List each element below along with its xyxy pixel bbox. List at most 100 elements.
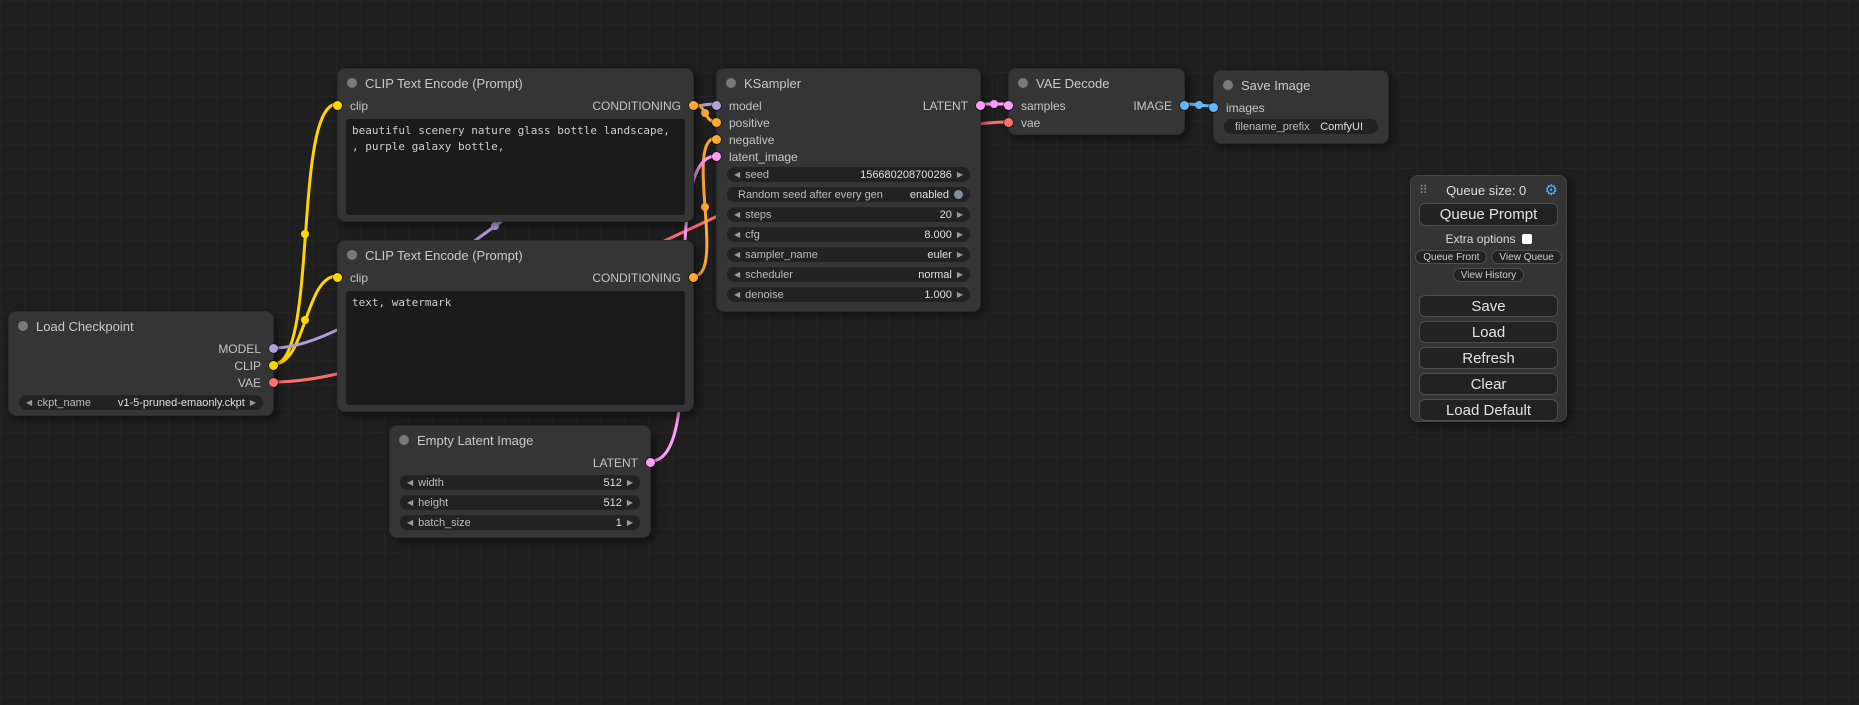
increment-arrow-icon[interactable]: ▶ (957, 271, 963, 279)
model-input-port[interactable] (712, 101, 721, 110)
widget-random-seed-toggle[interactable]: Random seed after every gen enabled (727, 187, 970, 202)
node-clip-text-encode-negative[interactable]: CLIP Text Encode (Prompt) clip CONDITION… (337, 240, 694, 412)
increment-arrow-icon[interactable]: ▶ (957, 231, 963, 239)
queue-prompt-button[interactable]: Queue Prompt (1419, 203, 1558, 226)
widget-steps[interactable]: ◀ steps 20 ▶ (727, 207, 970, 222)
link-midpoint-dot (1195, 101, 1203, 109)
samples-input-port[interactable] (1004, 101, 1013, 110)
decrement-arrow-icon[interactable]: ◀ (26, 399, 32, 407)
decrement-arrow-icon[interactable]: ◀ (734, 211, 740, 219)
decrement-arrow-icon[interactable]: ◀ (407, 479, 413, 487)
refresh-button[interactable]: Refresh (1419, 347, 1558, 369)
slot-row: negative (717, 131, 980, 148)
drag-handle-icon[interactable]: ⠿ (1419, 183, 1428, 197)
increment-arrow-icon[interactable]: ▶ (250, 399, 256, 407)
widget-sampler-name[interactable]: ◀ sampler_name euler ▶ (727, 247, 970, 262)
vae-input-port[interactable] (1004, 118, 1013, 127)
decrement-arrow-icon[interactable]: ◀ (407, 499, 413, 507)
node-empty-latent-image[interactable]: Empty Latent Image LATENT ◀ width 512 ▶ … (389, 425, 651, 538)
collapse-dot-icon[interactable] (347, 78, 357, 88)
view-queue-button[interactable]: View Queue (1491, 250, 1561, 264)
widget-seed[interactable]: ◀ seed 156680208700286 ▶ (727, 167, 970, 182)
collapse-dot-icon[interactable] (726, 78, 736, 88)
clip-output-port[interactable] (269, 361, 278, 370)
decrement-arrow-icon[interactable]: ◀ (734, 171, 740, 179)
node-title-bar[interactable]: Empty Latent Image (390, 426, 650, 454)
positive-input-port[interactable] (712, 118, 721, 127)
increment-arrow-icon[interactable]: ▶ (957, 211, 963, 219)
history-buttons-row: View History (1411, 268, 1566, 282)
clear-button[interactable]: Clear (1419, 373, 1558, 395)
increment-arrow-icon[interactable]: ▶ (627, 519, 633, 527)
latent-output-port[interactable] (976, 101, 985, 110)
load-button[interactable]: Load (1419, 321, 1558, 343)
node-title-bar[interactable]: CLIP Text Encode (Prompt) (338, 241, 693, 269)
widget-denoise[interactable]: ◀ denoise 1.000 ▶ (727, 287, 970, 302)
decrement-arrow-icon[interactable]: ◀ (407, 519, 413, 527)
save-button[interactable]: Save (1419, 295, 1558, 317)
node-title: Empty Latent Image (417, 433, 533, 448)
increment-arrow-icon[interactable]: ▶ (957, 171, 963, 179)
clip-input-port[interactable] (333, 273, 342, 282)
output-slot-label: MODEL (218, 342, 261, 356)
widget-batch-size[interactable]: ◀ batch_size 1 ▶ (400, 515, 640, 530)
node-title-bar[interactable]: VAE Decode (1009, 69, 1184, 97)
settings-gear-icon[interactable]: ⚙ (1545, 181, 1558, 199)
input-slot-label: positive (729, 116, 770, 130)
increment-arrow-icon[interactable]: ▶ (957, 251, 963, 259)
collapse-dot-icon[interactable] (1018, 78, 1028, 88)
node-save-image[interactable]: Save Image images filename_prefix ComfyU… (1213, 70, 1389, 144)
node-title-bar[interactable]: KSampler (717, 69, 980, 97)
node-clip-text-encode-positive[interactable]: CLIP Text Encode (Prompt) clip CONDITION… (337, 68, 694, 222)
queue-panel: ⠿ Queue size: 0 ⚙ Queue Prompt Extra opt… (1410, 175, 1567, 422)
vae-output-port[interactable] (269, 378, 278, 387)
widget-ckpt-name[interactable]: ◀ ckpt_name v1-5-pruned-emaonly.ckpt ▶ (19, 395, 263, 410)
widget-width[interactable]: ◀ width 512 ▶ (400, 475, 640, 490)
negative-input-port[interactable] (712, 135, 721, 144)
increment-arrow-icon[interactable]: ▶ (627, 499, 633, 507)
collapse-dot-icon[interactable] (1223, 80, 1233, 90)
toggle-dot-icon[interactable] (954, 190, 963, 199)
decrement-arrow-icon[interactable]: ◀ (734, 251, 740, 259)
node-load-checkpoint[interactable]: Load Checkpoint MODEL CLIP VAE ◀ ckpt_na… (8, 311, 274, 416)
comfyui-canvas[interactable]: { "colors": { "model": "#B39DDB", "clip"… (0, 0, 1859, 705)
collapse-dot-icon[interactable] (18, 321, 28, 331)
images-input-port[interactable] (1209, 103, 1218, 112)
output-slot-row: LATENT (390, 454, 650, 471)
node-title: Load Checkpoint (36, 319, 134, 334)
increment-arrow-icon[interactable]: ▶ (627, 479, 633, 487)
conditioning-output-port[interactable] (689, 273, 698, 282)
node-title-bar[interactable]: CLIP Text Encode (Prompt) (338, 69, 693, 97)
widget-scheduler[interactable]: ◀ scheduler normal ▶ (727, 267, 970, 282)
node-title-bar[interactable]: Load Checkpoint (9, 312, 273, 340)
link-midpoint-dot (990, 100, 998, 108)
extra-options-checkbox[interactable] (1522, 234, 1532, 244)
queue-front-button[interactable]: Queue Front (1415, 250, 1487, 264)
load-default-button[interactable]: Load Default (1419, 399, 1558, 421)
node-title: VAE Decode (1036, 76, 1109, 91)
latent-output-port[interactable] (646, 458, 655, 467)
model-output-port[interactable] (269, 344, 278, 353)
negative-prompt-textarea[interactable]: text, watermark (346, 291, 685, 405)
node-ksampler[interactable]: KSampler model LATENT positive negative … (716, 68, 981, 312)
image-output-port[interactable] (1180, 101, 1189, 110)
decrement-arrow-icon[interactable]: ◀ (734, 271, 740, 279)
decrement-arrow-icon[interactable]: ◀ (734, 231, 740, 239)
view-history-button[interactable]: View History (1453, 268, 1524, 282)
extra-options-row: Extra options (1411, 232, 1566, 246)
latent-image-input-port[interactable] (712, 152, 721, 161)
slot-row: samples IMAGE (1009, 97, 1184, 114)
collapse-dot-icon[interactable] (347, 250, 357, 260)
node-vae-decode[interactable]: VAE Decode samples IMAGE vae (1008, 68, 1185, 135)
node-title-bar[interactable]: Save Image (1214, 71, 1388, 99)
positive-prompt-textarea[interactable]: beautiful scenery nature glass bottle la… (346, 119, 685, 215)
widget-height[interactable]: ◀ height 512 ▶ (400, 495, 640, 510)
widget-cfg[interactable]: ◀ cfg 8.000 ▶ (727, 227, 970, 242)
widget-value: 8.000 (924, 229, 952, 241)
conditioning-output-port[interactable] (689, 101, 698, 110)
clip-input-port[interactable] (333, 101, 342, 110)
increment-arrow-icon[interactable]: ▶ (957, 291, 963, 299)
collapse-dot-icon[interactable] (399, 435, 409, 445)
decrement-arrow-icon[interactable]: ◀ (734, 291, 740, 299)
widget-filename-prefix[interactable]: filename_prefix ComfyUI (1224, 119, 1378, 134)
